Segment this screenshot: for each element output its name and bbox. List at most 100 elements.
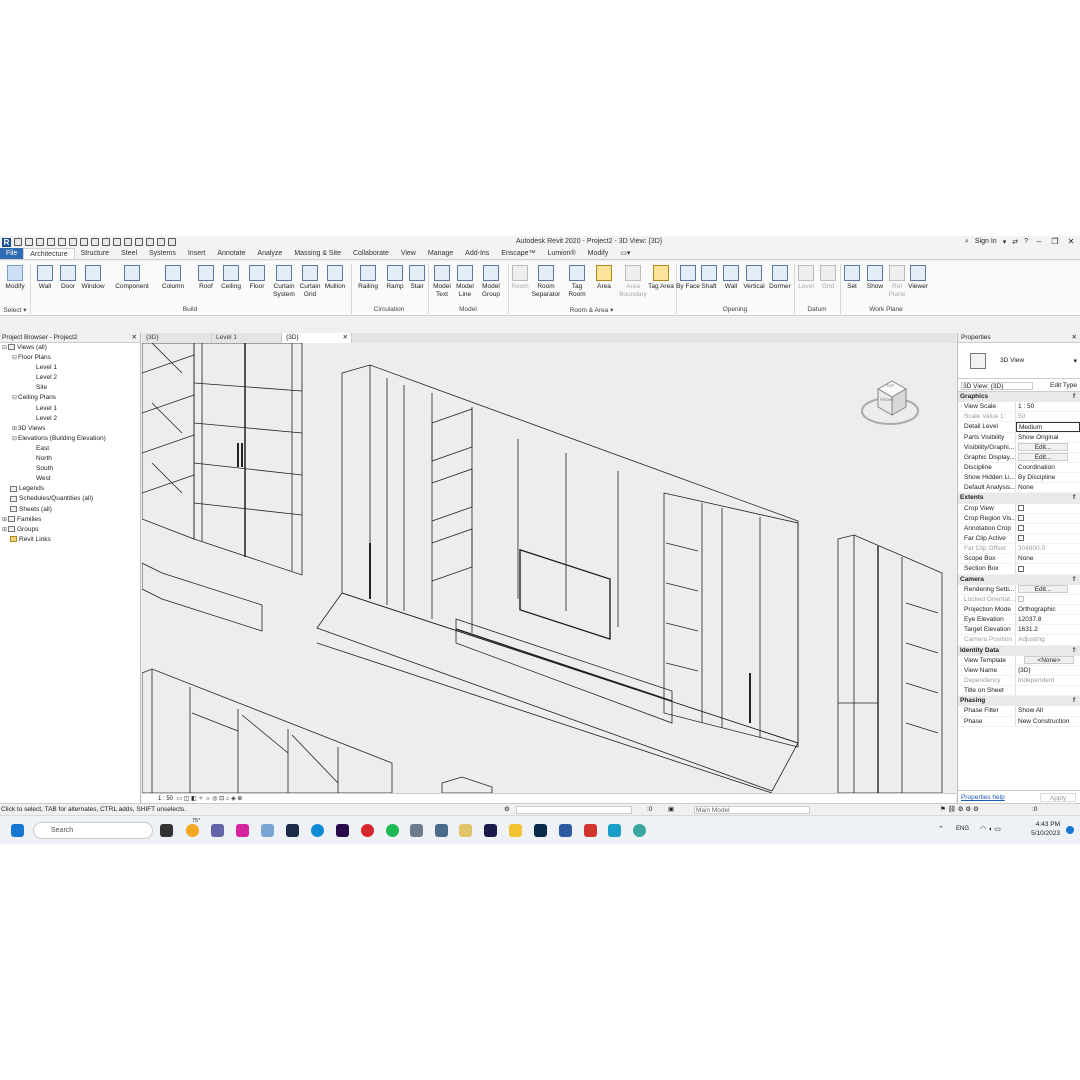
- tab-insert[interactable]: Insert: [182, 248, 212, 259]
- prop-view-template[interactable]: View Template <None>: [958, 655, 1080, 666]
- tree-schedules[interactable]: Schedules/Quantities (all): [0, 494, 140, 504]
- collapse-icon[interactable]: ⇑: [1072, 696, 1077, 706]
- print-icon[interactable]: [80, 238, 88, 246]
- tab-systems[interactable]: Systems: [143, 248, 182, 259]
- undo-icon[interactable]: [58, 238, 66, 246]
- prop-view-scale[interactable]: View Scale 1 : 50: [958, 402, 1080, 413]
- room-separator-button[interactable]: Room Separator: [531, 265, 561, 298]
- taskbar-clock[interactable]: 4:43 PM 5/10/2023: [1031, 820, 1060, 838]
- cart-icon[interactable]: ▾: [1003, 238, 1007, 246]
- tab-architecture[interactable]: Architecture: [23, 248, 75, 259]
- room-button[interactable]: Room: [507, 265, 533, 291]
- after-effects-icon[interactable]: [484, 824, 497, 837]
- spotify-icon[interactable]: [386, 824, 399, 837]
- measure-icon[interactable]: [91, 238, 99, 246]
- tab-annotate[interactable]: Annotate: [211, 248, 251, 259]
- tab-add-ins[interactable]: Add-Ins: [459, 248, 495, 259]
- redo-icon[interactable]: [69, 238, 77, 246]
- group-camera[interactable]: Camera ⇑: [958, 574, 1080, 585]
- collapse-icon[interactable]: ⇑: [1072, 575, 1077, 585]
- close-icon[interactable]: ✕: [1072, 333, 1077, 343]
- sign-in-link[interactable]: Sign In: [975, 238, 997, 245]
- prop-rendering-settings[interactable]: Rendering Setti... Edit...: [958, 584, 1080, 595]
- prop-eye-elevation[interactable]: Eye Elevation 12037.8: [958, 615, 1080, 626]
- prop-show-hidden-lines[interactable]: Show Hidden Li... By Discipline: [958, 473, 1080, 484]
- model-line-button[interactable]: Model Line: [452, 265, 478, 298]
- close-icon[interactable]: ✕: [132, 333, 137, 343]
- dimension-icon[interactable]: [102, 238, 110, 246]
- view-scale-control[interactable]: 1 : 50: [158, 796, 173, 802]
- group-extents[interactable]: Extents ⇑: [958, 493, 1080, 504]
- prop-target-elevation[interactable]: Target Elevation 1631.2: [958, 625, 1080, 636]
- annotation-crop-checkbox[interactable]: [1018, 525, 1024, 532]
- type-selector[interactable]: 3D View ▾: [958, 343, 1080, 379]
- minimize-icon[interactable]: –: [1034, 237, 1044, 246]
- prop-phase-filter[interactable]: Phase Filter Show All: [958, 706, 1080, 717]
- close-hidden-icon[interactable]: [157, 238, 165, 246]
- crop-view-checkbox[interactable]: [1018, 504, 1024, 511]
- tab-enscape[interactable]: Enscape™: [495, 248, 541, 259]
- tab-manage[interactable]: Manage: [422, 248, 459, 259]
- tag-room-button[interactable]: Tag Room: [564, 265, 590, 298]
- prop-parts-visibility[interactable]: Parts Visibility Show Original: [958, 432, 1080, 443]
- tab-analyze[interactable]: Analyze: [251, 248, 288, 259]
- collapse-icon[interactable]: ⇑: [1072, 392, 1077, 402]
- restore-icon[interactable]: ❐: [1050, 237, 1060, 246]
- prop-view-name[interactable]: View Name {3D}: [958, 665, 1080, 676]
- workset-select[interactable]: [516, 806, 632, 814]
- open-icon[interactable]: [14, 238, 22, 246]
- far-clip-checkbox[interactable]: [1018, 535, 1024, 542]
- photoshop-icon[interactable]: [534, 824, 547, 837]
- component-button[interactable]: Component: [112, 265, 152, 291]
- premiere-icon[interactable]: [336, 824, 349, 837]
- railing-button[interactable]: Railing: [355, 265, 381, 291]
- prop-crop-view[interactable]: Crop View: [958, 503, 1080, 514]
- tree-views-all[interactable]: ⊟ Views (all): [0, 343, 140, 353]
- tree-families[interactable]: ⊞ Families: [0, 515, 140, 525]
- model-group-button[interactable]: Model Group: [478, 265, 504, 298]
- tree-floor-plans[interactable]: ⊟Floor Plans: [0, 353, 140, 363]
- taskbar-search[interactable]: Search: [33, 822, 153, 839]
- tab-collaborate[interactable]: Collaborate: [347, 248, 395, 259]
- tab-3d-1[interactable]: {3D}: [142, 333, 212, 343]
- prop-title-on-sheet[interactable]: Title on Sheet: [958, 686, 1080, 697]
- detail-level-icon[interactable]: ▭ ◫ ◧ ✧ ☼ ◎ ⊡ ⌂ ◈ ⊕: [175, 796, 242, 802]
- floor-button[interactable]: Floor: [244, 265, 270, 291]
- instagram-icon[interactable]: [236, 824, 249, 837]
- app-icon-4[interactable]: [633, 824, 646, 837]
- area-boundary-button[interactable]: Area Boundary: [616, 265, 650, 298]
- revit-logo-icon[interactable]: R: [2, 237, 11, 247]
- roof-button[interactable]: Roof: [193, 265, 219, 291]
- photos-icon[interactable]: [261, 824, 274, 837]
- media-player-icon[interactable]: [459, 824, 472, 837]
- ceiling-button[interactable]: Ceiling: [218, 265, 244, 291]
- apply-button[interactable]: Apply: [1040, 793, 1076, 802]
- tree-ceiling-level-1[interactable]: Level 1: [0, 404, 140, 414]
- prop-detail-level[interactable]: Detail Level Medium: [958, 422, 1080, 433]
- tab-lumion[interactable]: Lumion®: [542, 248, 582, 259]
- sync-icon[interactable]: [47, 238, 55, 246]
- group-phasing[interactable]: Phasing ⇑: [958, 696, 1080, 707]
- tab-level-1[interactable]: Level 1: [212, 333, 282, 343]
- graphic-display-edit-button[interactable]: Edit...: [1018, 452, 1068, 461]
- prop-visibility-graphics[interactable]: Visibility/Graphi... Edit...: [958, 442, 1080, 453]
- chevron-down-icon[interactable]: ▾: [1073, 357, 1077, 365]
- tab-structure[interactable]: Structure: [75, 248, 115, 259]
- group-room-area[interactable]: Room & Area ▾: [508, 306, 675, 314]
- prop-default-analysis[interactable]: Default Analysis... None: [958, 483, 1080, 494]
- tree-floor-level-1[interactable]: Level 1: [0, 363, 140, 373]
- prop-annotation-crop[interactable]: Annotation Crop: [958, 523, 1080, 534]
- tree-ceiling-plans[interactable]: ⊟Ceiling Plans: [0, 393, 140, 403]
- section-box-checkbox[interactable]: [1018, 565, 1024, 572]
- tree-legends[interactable]: Legends: [0, 484, 140, 494]
- network-icon[interactable]: ◠ ◖ ▭: [980, 825, 1001, 833]
- group-graphics[interactable]: Graphics ⇑: [958, 392, 1080, 403]
- properties-help-link[interactable]: Properties help: [961, 794, 1005, 801]
- modify-button[interactable]: Modify: [2, 265, 28, 291]
- prop-graphic-display[interactable]: Graphic Display... Edit...: [958, 452, 1080, 463]
- close-tab-icon[interactable]: ✕: [343, 333, 348, 343]
- crop-region-checkbox[interactable]: [1018, 514, 1024, 521]
- text-icon[interactable]: [113, 238, 121, 246]
- tree-elevations[interactable]: ⊟Elevations (Building Elevation): [0, 434, 140, 444]
- tag-area-button[interactable]: Tag Area: [648, 265, 674, 291]
